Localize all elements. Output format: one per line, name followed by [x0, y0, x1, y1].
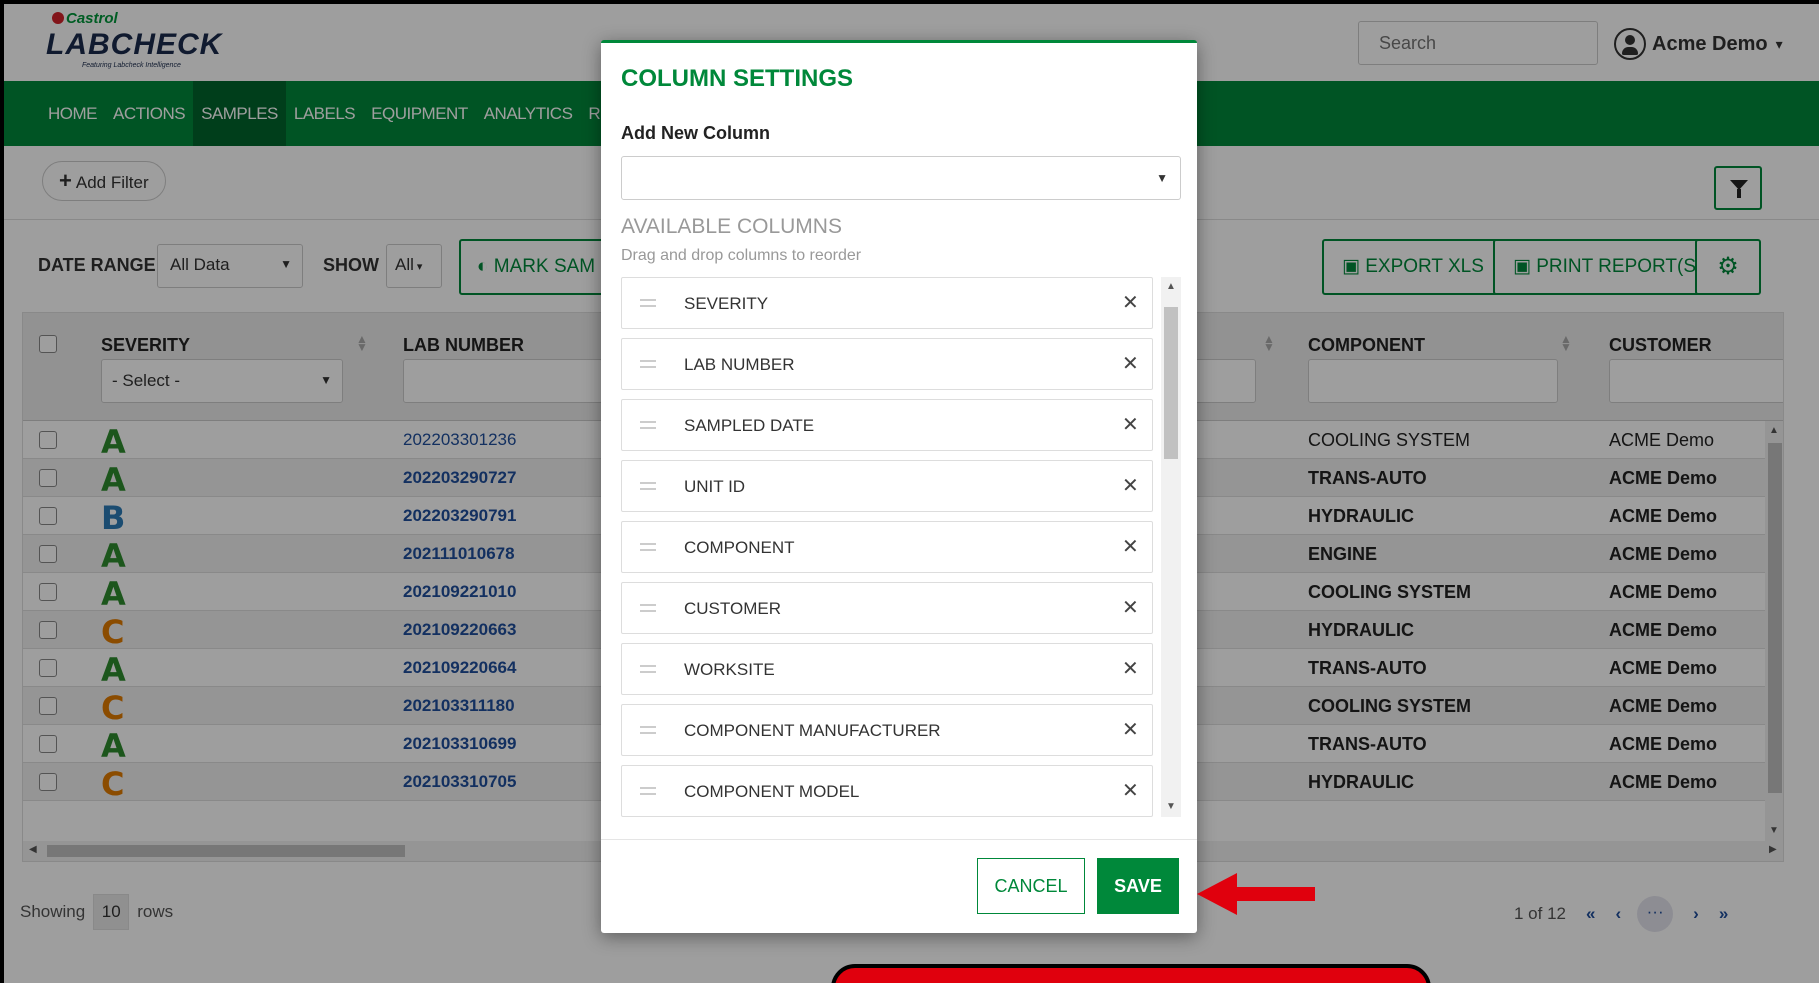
remove-column-icon[interactable]: ✕: [1122, 778, 1139, 803]
drag-handle-icon[interactable]: [640, 787, 656, 795]
column-item-severity[interactable]: SEVERITY ✕: [621, 277, 1153, 329]
drag-handle-icon[interactable]: [640, 299, 656, 307]
app-window: Castrol LABCHECK Featuring Labcheck Inte…: [4, 4, 1819, 983]
remove-column-icon[interactable]: ✕: [1122, 534, 1139, 559]
column-item-label: LAB NUMBER: [684, 355, 795, 374]
column-item-label: CUSTOMER: [684, 599, 781, 618]
column-item-worksite[interactable]: WORKSITE ✕: [621, 643, 1153, 695]
annotation-arrow: [1197, 873, 1315, 915]
column-item-label: SEVERITY: [684, 294, 769, 313]
add-column-label: Add New Column: [621, 123, 770, 143]
remove-column-icon[interactable]: ✕: [1122, 290, 1139, 315]
scroll-up-icon[interactable]: ▲: [1166, 281, 1176, 292]
drag-drop-hint: Drag and drop columns to reorder: [621, 247, 862, 264]
column-item-lab-number[interactable]: LAB NUMBER ✕: [621, 338, 1153, 390]
column-settings-modal: COLUMN SETTINGS Add New Column ▼ AVAILAB…: [601, 40, 1197, 933]
column-list-scrollbar[interactable]: ▲ ▼: [1161, 277, 1181, 817]
remove-column-icon[interactable]: ✕: [1122, 412, 1139, 437]
drag-handle-icon[interactable]: [640, 665, 656, 673]
column-item-component-model[interactable]: COMPONENT MODEL ✕: [621, 765, 1153, 817]
column-item-customer[interactable]: CUSTOMER ✕: [621, 582, 1153, 634]
annotation-callout: [831, 964, 1431, 983]
available-columns-list: SEVERITY ✕ LAB NUMBER ✕ SAMPLED DATE ✕ UNIT ID…: [621, 277, 1181, 817]
caret-down-icon: ▼: [1156, 171, 1168, 185]
remove-column-icon[interactable]: ✕: [1122, 473, 1139, 498]
column-item-label: SAMPLED DATE: [684, 416, 815, 435]
remove-column-icon[interactable]: ✕: [1122, 351, 1139, 376]
remove-column-icon[interactable]: ✕: [1122, 656, 1139, 681]
column-item-sampled-date[interactable]: SAMPLED DATE ✕: [621, 399, 1153, 451]
column-item-label: COMPONENT: [684, 538, 795, 557]
remove-column-icon[interactable]: ✕: [1122, 595, 1139, 620]
column-item-label: COMPONENT MANUFACTURER: [684, 721, 941, 740]
drag-handle-icon[interactable]: [640, 604, 656, 612]
column-item-component-manufacturer[interactable]: COMPONENT MANUFACTURER ✕: [621, 704, 1153, 756]
arrow-head: [1197, 873, 1237, 915]
column-item-component[interactable]: COMPONENT ✕: [621, 521, 1153, 573]
available-columns-title: AVAILABLE COLUMNS: [621, 215, 842, 238]
drag-handle-icon[interactable]: [640, 360, 656, 368]
cancel-button[interactable]: CANCEL: [977, 858, 1085, 914]
save-button[interactable]: SAVE: [1097, 858, 1179, 914]
remove-column-icon[interactable]: ✕: [1122, 717, 1139, 742]
column-item-label: WORKSITE: [684, 660, 775, 679]
column-item-label: UNIT ID: [684, 477, 746, 496]
scroll-thumb[interactable]: [1164, 307, 1178, 459]
drag-handle-icon[interactable]: [640, 482, 656, 490]
modal-footer-divider: [601, 839, 1197, 840]
add-column-select[interactable]: ▼: [621, 156, 1181, 200]
drag-handle-icon[interactable]: [640, 421, 656, 429]
drag-handle-icon[interactable]: [640, 726, 656, 734]
scroll-down-icon[interactable]: ▼: [1166, 801, 1176, 812]
modal-title: COLUMN SETTINGS: [621, 65, 853, 92]
drag-handle-icon[interactable]: [640, 543, 656, 551]
arrow-shaft: [1233, 887, 1315, 901]
column-item-unit-id[interactable]: UNIT ID ✕: [621, 460, 1153, 512]
column-item-label: COMPONENT MODEL: [684, 782, 860, 801]
